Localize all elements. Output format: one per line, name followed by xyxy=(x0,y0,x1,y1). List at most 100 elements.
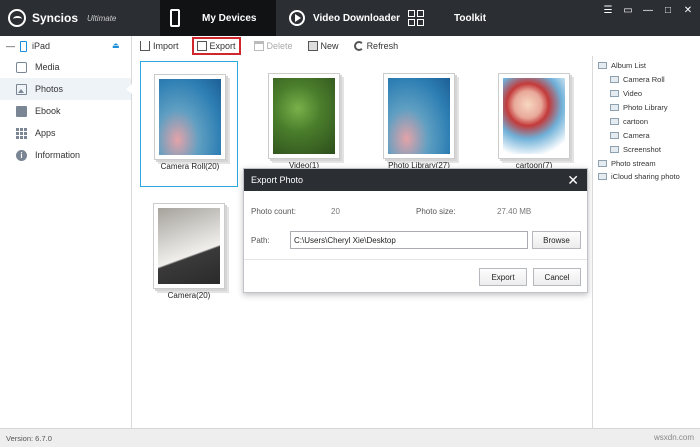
status-bar: Version: 6.7.0 wsxdn.com xyxy=(0,428,700,447)
album-list-title: Album List xyxy=(611,60,647,70)
new-album-icon xyxy=(307,41,318,51)
close-icon[interactable]: ✕ xyxy=(567,172,579,189)
tab-label: Toolkit xyxy=(454,12,487,24)
delete-label: Delete xyxy=(266,41,293,51)
album-list-label: Photo stream xyxy=(611,158,656,168)
dialog-title: Export Photo xyxy=(251,175,304,185)
sidebar-item-apps[interactable]: Apps xyxy=(0,122,131,144)
import-label: Import xyxy=(153,41,179,51)
info-icon: i xyxy=(16,149,27,161)
play-icon xyxy=(289,10,305,26)
export-confirm-button[interactable]: Export xyxy=(479,268,527,286)
album-list-label: Screenshot xyxy=(623,144,661,154)
album-list-root[interactable]: Album List xyxy=(598,59,646,71)
menu-icon[interactable]: ☰ xyxy=(602,4,614,16)
sidebar-item-label: Apps xyxy=(35,128,56,138)
album-thumbnail xyxy=(268,73,340,159)
album-camera[interactable]: Camera(20) xyxy=(140,191,238,317)
album-list-item[interactable]: Video xyxy=(610,87,642,99)
album-icon xyxy=(610,75,619,83)
version-text: Version: 6.7.0 xyxy=(6,433,52,443)
sidebar-item-label: Ebook xyxy=(35,106,61,116)
sidebar-item-photos[interactable]: Photos xyxy=(0,78,132,100)
apps-icon xyxy=(16,127,27,139)
album-list-label: Camera Roll xyxy=(623,74,665,84)
app-name: Syncios xyxy=(32,11,79,25)
tab-my-devices[interactable]: My Devices xyxy=(160,0,276,36)
refresh-button[interactable]: Refresh xyxy=(352,37,401,55)
album-list-photo-stream[interactable]: Photo stream xyxy=(598,157,656,169)
title-bar: Syncios Ultimate My Devices Video Downlo… xyxy=(0,0,700,36)
collapse-icon[interactable]: — xyxy=(6,41,15,51)
maximize-icon[interactable]: □ xyxy=(662,4,674,16)
export-icon xyxy=(196,41,207,51)
syncios-logo-icon xyxy=(8,9,26,27)
grid-icon xyxy=(408,10,424,26)
album-list-label: Photo Library xyxy=(623,102,668,112)
new-button[interactable]: New xyxy=(306,37,341,55)
photo-size-label: Photo size: xyxy=(416,207,456,216)
album-icon xyxy=(610,145,619,153)
refresh-label: Refresh xyxy=(366,41,399,51)
phone-icon xyxy=(170,9,180,27)
ipad-icon xyxy=(20,40,27,52)
album-list-label: cartoon xyxy=(623,116,649,126)
photo-icon xyxy=(16,83,27,95)
minimize-icon[interactable]: — xyxy=(642,4,654,16)
path-input[interactable] xyxy=(290,231,528,249)
app-edition: Ultimate xyxy=(87,13,117,23)
album-list-label: iCloud sharing photo xyxy=(611,171,680,181)
trash-icon xyxy=(253,41,264,51)
sidebar-item-information[interactable]: i Information xyxy=(0,144,131,166)
photo-size-value: 27.40 MB xyxy=(497,207,532,216)
tab-label: My Devices xyxy=(202,12,257,24)
close-icon[interactable]: ✕ xyxy=(682,4,694,16)
book-icon xyxy=(16,105,27,117)
album-list-item[interactable]: Camera xyxy=(610,129,650,141)
export-button[interactable]: Export xyxy=(191,37,241,55)
tab-toolkit[interactable]: Toolkit xyxy=(402,0,498,36)
album-thumbnail xyxy=(153,203,225,289)
folder-icon xyxy=(598,61,607,69)
album-list-item[interactable]: Screenshot xyxy=(610,143,661,155)
album-label: Camera Roll(20) xyxy=(160,162,220,171)
album-icon xyxy=(610,117,619,125)
album-thumbnail xyxy=(383,73,455,159)
sidebar: — iPad ⏏ Media Photos Ebook Apps i Infor… xyxy=(0,36,132,428)
sidebar-item-ebook[interactable]: Ebook xyxy=(0,100,131,122)
media-icon xyxy=(16,61,27,73)
album-icon xyxy=(598,172,607,180)
sidebar-item-media[interactable]: Media xyxy=(0,56,131,78)
path-label: Path: xyxy=(251,236,270,245)
album-camera-roll[interactable]: Camera Roll(20) xyxy=(140,61,238,187)
photo-count-value: 20 xyxy=(331,207,340,216)
sidebar-item-label: Photos xyxy=(35,84,64,94)
tab-video-downloader[interactable]: Video Downloader xyxy=(283,0,401,36)
delete-button[interactable]: Delete xyxy=(252,37,295,55)
device-header[interactable]: — iPad ⏏ xyxy=(0,36,131,56)
device-name: iPad xyxy=(32,41,51,51)
album-list-icloud[interactable]: iCloud sharing photo xyxy=(598,170,680,182)
chat-icon[interactable]: ▭ xyxy=(622,4,634,16)
import-button[interactable]: Import xyxy=(138,37,181,55)
browse-button[interactable]: Browse xyxy=(532,231,581,249)
album-icon xyxy=(598,159,607,167)
album-list-item[interactable]: cartoon xyxy=(610,115,648,127)
album-icon xyxy=(610,89,619,97)
album-list-panel: Album List Camera Roll Video Photo Libra… xyxy=(592,56,700,428)
watermark: wsxdn.com xyxy=(653,433,694,442)
album-list-item[interactable]: Photo Library xyxy=(610,101,668,113)
tab-label: Video Downloader xyxy=(313,12,401,24)
toolbar: Import Export Delete New Refresh xyxy=(133,36,592,56)
album-list-item[interactable]: Camera Roll xyxy=(610,73,665,85)
refresh-icon xyxy=(353,41,364,51)
album-icon xyxy=(610,131,619,139)
cancel-button[interactable]: Cancel xyxy=(533,268,581,286)
album-thumbnail xyxy=(154,74,226,160)
album-label: Camera(20) xyxy=(167,291,211,300)
sidebar-item-label: Media xyxy=(35,62,60,72)
app-brand: Syncios Ultimate xyxy=(8,0,116,36)
album-list-label: Camera xyxy=(623,130,650,140)
eject-icon[interactable]: ⏏ xyxy=(112,41,120,50)
album-thumbnail xyxy=(498,73,570,159)
